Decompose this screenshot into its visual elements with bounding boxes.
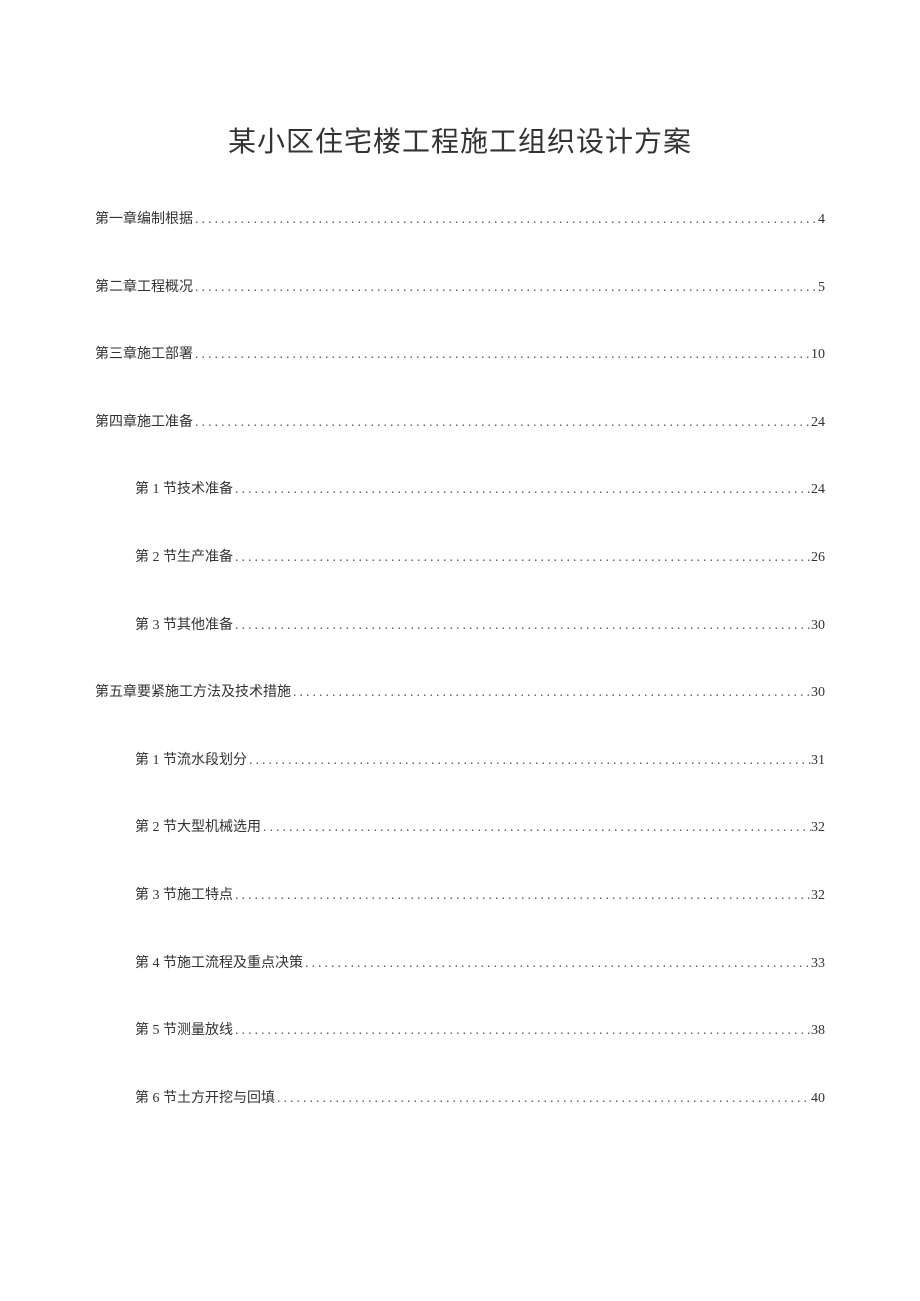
toc-leader-dots [193,278,818,298]
toc-label: 第一章编制根据 [95,210,193,230]
toc-entry: 第 5 节测量放线 38 [95,1021,825,1041]
toc-leader-dots [247,751,811,771]
toc-leader-dots [233,1021,811,1041]
toc-entry: 第三章施工部署 10 [95,345,825,365]
toc-page-number: 32 [811,886,825,906]
toc-page-number: 30 [811,616,825,636]
toc-page-number: 24 [811,480,825,500]
toc-label: 第 1 节技术准备 [135,480,233,500]
toc-entry: 第 3 节施工特点 32 [95,886,825,906]
toc-entry: 第五章要紧施工方法及技术措施 30 [95,683,825,703]
toc-page-number: 26 [811,548,825,568]
toc-label: 第 2 节大型机械选用 [135,818,261,838]
toc-entry: 第四章施工准备 24 [95,413,825,433]
toc-page-number: 40 [811,1089,825,1109]
toc-label: 第 1 节流水段划分 [135,751,247,771]
toc-label: 第 4 节施工流程及重点决策 [135,954,303,974]
toc-entry: 第 6 节土方开挖与回填 40 [95,1089,825,1109]
toc-page-number: 24 [811,413,825,433]
toc-page-number: 10 [811,345,825,365]
toc-leader-dots [233,886,811,906]
document-page: 某小区住宅楼工程施工组织设计方案 第一章编制根据 4 第二章工程概况 5 第三章… [0,0,920,1108]
toc-leader-dots [193,345,811,365]
toc-page-number: 4 [818,210,825,230]
toc-entry: 第 4 节施工流程及重点决策 33 [95,954,825,974]
toc-label: 第三章施工部署 [95,345,193,365]
toc-page-number: 38 [811,1021,825,1041]
toc-label: 第 3 节其他准备 [135,616,233,636]
toc-leader-dots [303,954,811,974]
toc-page-number: 5 [818,278,825,298]
toc-page-number: 33 [811,954,825,974]
toc-entry: 第 1 节流水段划分 31 [95,751,825,771]
toc-leader-dots [193,413,811,433]
toc-entry: 第一章编制根据 4 [95,210,825,230]
toc-leader-dots [291,683,811,703]
toc-label: 第 3 节施工特点 [135,886,233,906]
toc-leader-dots [261,818,811,838]
toc-page-number: 30 [811,683,825,703]
toc-leader-dots [233,548,811,568]
document-title: 某小区住宅楼工程施工组织设计方案 [95,120,825,160]
toc-label: 第五章要紧施工方法及技术措施 [95,683,291,703]
toc-label: 第 2 节生产准备 [135,548,233,568]
table-of-contents: 第一章编制根据 4 第二章工程概况 5 第三章施工部署 10 第四章施工准备 2… [95,210,825,1108]
toc-label: 第 6 节土方开挖与回填 [135,1089,275,1109]
toc-label: 第二章工程概况 [95,278,193,298]
toc-entry: 第 2 节大型机械选用 32 [95,818,825,838]
toc-label: 第 5 节测量放线 [135,1021,233,1041]
toc-page-number: 32 [811,818,825,838]
toc-entry: 第 2 节生产准备 26 [95,548,825,568]
toc-leader-dots [275,1089,811,1109]
toc-page-number: 31 [811,751,825,771]
toc-leader-dots [193,210,818,230]
toc-label: 第四章施工准备 [95,413,193,433]
toc-leader-dots [233,480,811,500]
toc-leader-dots [233,616,811,636]
toc-entry: 第二章工程概况 5 [95,278,825,298]
toc-entry: 第 3 节其他准备 30 [95,616,825,636]
toc-entry: 第 1 节技术准备 24 [95,480,825,500]
